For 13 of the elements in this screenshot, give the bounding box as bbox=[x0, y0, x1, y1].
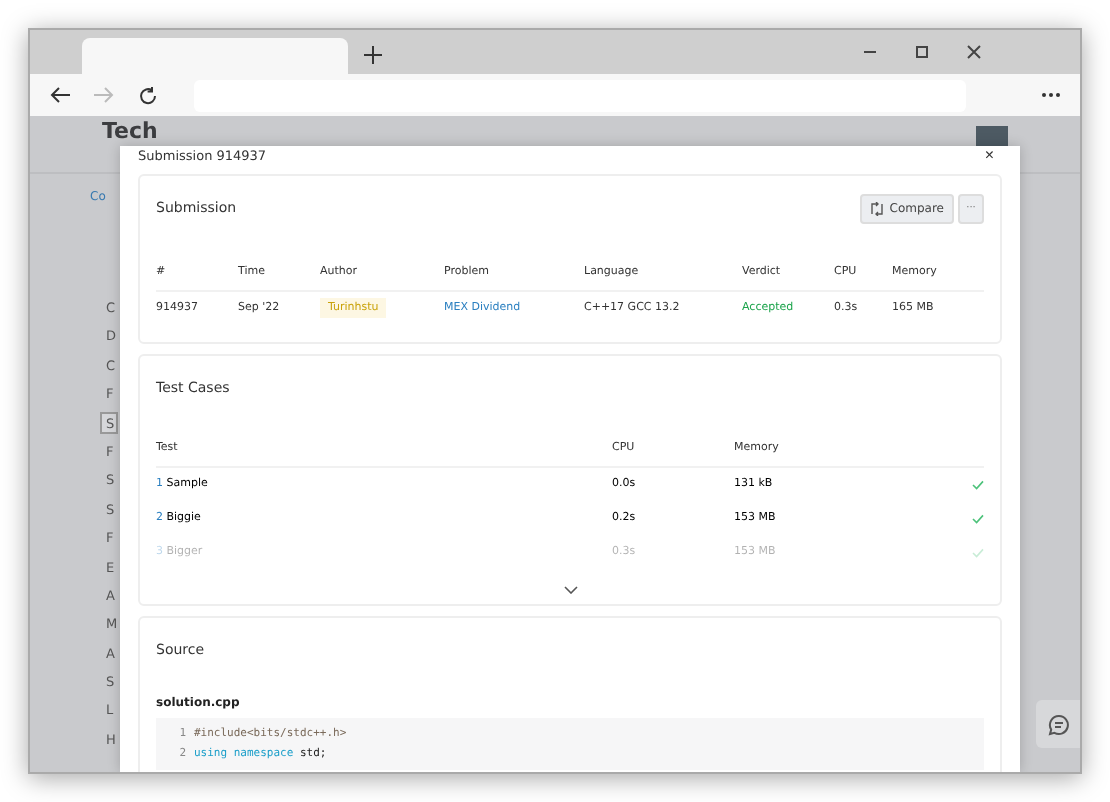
compare-icon bbox=[869, 201, 884, 215]
back-arrow-icon[interactable] bbox=[50, 86, 70, 104]
check-icon bbox=[972, 548, 984, 558]
expand-chevron-icon[interactable] bbox=[563, 586, 577, 594]
chat-icon bbox=[1047, 713, 1069, 735]
close-button[interactable]: × bbox=[976, 146, 1002, 164]
site-logo: Tech bbox=[102, 118, 158, 144]
chat-button[interactable] bbox=[1036, 700, 1080, 748]
more-options-icon[interactable] bbox=[1042, 92, 1060, 98]
reload-icon[interactable] bbox=[138, 85, 158, 105]
check-icon bbox=[972, 514, 984, 524]
check-icon bbox=[972, 480, 984, 490]
new-tab-icon[interactable] bbox=[364, 46, 382, 64]
